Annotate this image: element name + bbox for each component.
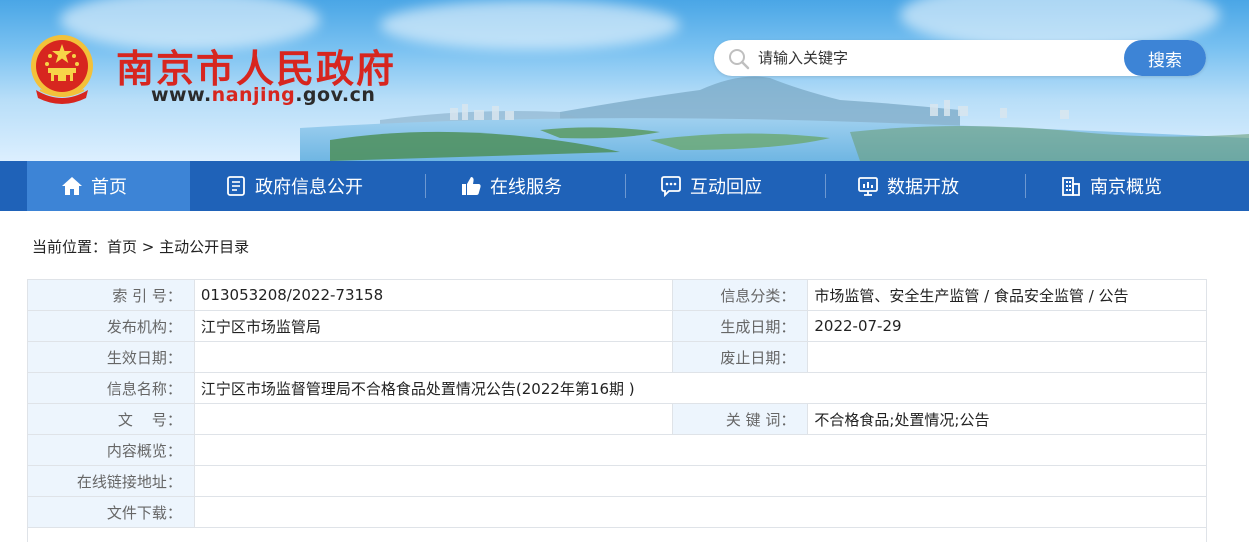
nav-item-label: 政府信息公开 [255,177,363,198]
nav-item-home[interactable]: 首页 [27,161,190,211]
created-date-label: 生成日期： [672,310,809,342]
monitor-chart-icon [858,177,878,196]
expiry-date-value [807,341,1207,373]
search-button[interactable]: 搜索 [1124,40,1206,76]
keywords-value: 不合格食品;处置情况;公告 [807,403,1207,435]
created-date-value: 2022-07-29 [807,310,1207,342]
chat-icon [661,176,681,197]
content-summary-label: 内容概览： [27,434,195,466]
file-download-value[interactable] [193,496,1208,528]
breadcrumb-home-link[interactable]: 首页 [107,238,137,256]
effective-date-label: 生效日期： [27,341,195,373]
nav-item-open-data[interactable]: 数据开放 [857,161,959,211]
site-url-highlight: nanjing [211,84,296,106]
document-icon [227,176,245,196]
site-url-suffix: .gov.cn [295,84,376,106]
table-row: 发布机构： 江宁区市场监管局 生成日期： 2022-07-29 [27,310,1207,342]
table-row: 在线链接地址： [27,465,1208,497]
expiry-date-label: 废止日期： [672,341,809,373]
category-label: 信息分类： [672,279,809,311]
breadcrumb-prefix: 当前位置： [32,238,108,256]
index-number-label: 索 引 号： [27,279,195,311]
table-row: 内容概览： [27,434,1208,466]
effective-date-value [193,341,674,373]
nav-divider [625,174,626,198]
table-row: 文件下载： [27,496,1208,528]
nav-item-label: 互动回应 [690,177,762,198]
info-name-value: 江宁区市场监督管理局不合格食品处置情况公告(2022年第16期 ) [193,372,1208,404]
nav-item-label: 首页 [91,177,127,198]
file-download-label: 文件下载： [27,496,195,528]
nav-item-gov-info[interactable]: 政府信息公开 [225,161,363,211]
table-row: 文 号： 关 键 词： 不合格食品;处置情况;公告 [27,403,1207,435]
nav-item-online-service[interactable]: 在线服务 [460,161,562,211]
table-row [27,527,1207,542]
category-value: 市场监管、安全生产监管 / 食品安全监管 / 公告 [807,279,1207,311]
info-name-label: 信息名称： [27,372,195,404]
home-icon [62,177,82,195]
breadcrumb-current-link[interactable]: 主动公开目录 [159,238,249,256]
search-icon [729,49,750,70]
nav-item-interaction[interactable]: 互动回应 [660,161,762,211]
nav-item-label: 在线服务 [490,177,562,198]
main-nav: 首页 政府信息公开 在线服务 互动回应 数据开放 南京概览 [0,161,1249,211]
nav-item-label: 南京概览 [1090,177,1162,198]
index-number-value: 013053208/2022-73158 [193,279,674,311]
breadcrumb: 当前位置：首页 > 主动公开目录 [32,236,249,257]
nav-divider [1025,174,1026,198]
document-number-value [193,403,674,435]
document-number-label: 文 号： [27,403,195,435]
publisher-label: 发布机构： [27,310,195,342]
site-url-prefix: www. [151,84,212,106]
online-link-value[interactable] [193,465,1208,497]
site-header: 南京市人民政府 www.nanjing.gov.cn 搜索 [0,0,1249,161]
breadcrumb-separator: > [137,238,160,256]
nav-item-label: 数据开放 [887,177,959,198]
national-emblem-icon [31,35,93,104]
building-icon [1062,177,1080,196]
table-row: 索 引 号： 013053208/2022-73158 信息分类： 市场监管、安… [27,279,1207,311]
table-footer-cell [27,527,1207,542]
table-row: 生效日期： 废止日期： [27,341,1207,373]
nav-divider [425,174,426,198]
thumbs-up-icon [462,177,481,195]
document-info-table: 索 引 号： 013053208/2022-73158 信息分类： 市场监管、安… [27,279,1208,542]
nav-item-nanjing-overview[interactable]: 南京概览 [1060,161,1162,211]
content-summary-value [193,434,1208,466]
site-url: www.nanjing.gov.cn [151,84,375,106]
publisher-value: 江宁区市场监管局 [193,310,674,342]
search-box: 搜索 [714,40,1206,76]
search-input[interactable] [758,46,1118,70]
online-link-label: 在线链接地址： [27,465,195,497]
nav-divider [825,174,826,198]
keywords-label: 关 键 词： [672,403,809,435]
table-row: 信息名称： 江宁区市场监督管理局不合格食品处置情况公告(2022年第16期 ) [27,372,1208,404]
